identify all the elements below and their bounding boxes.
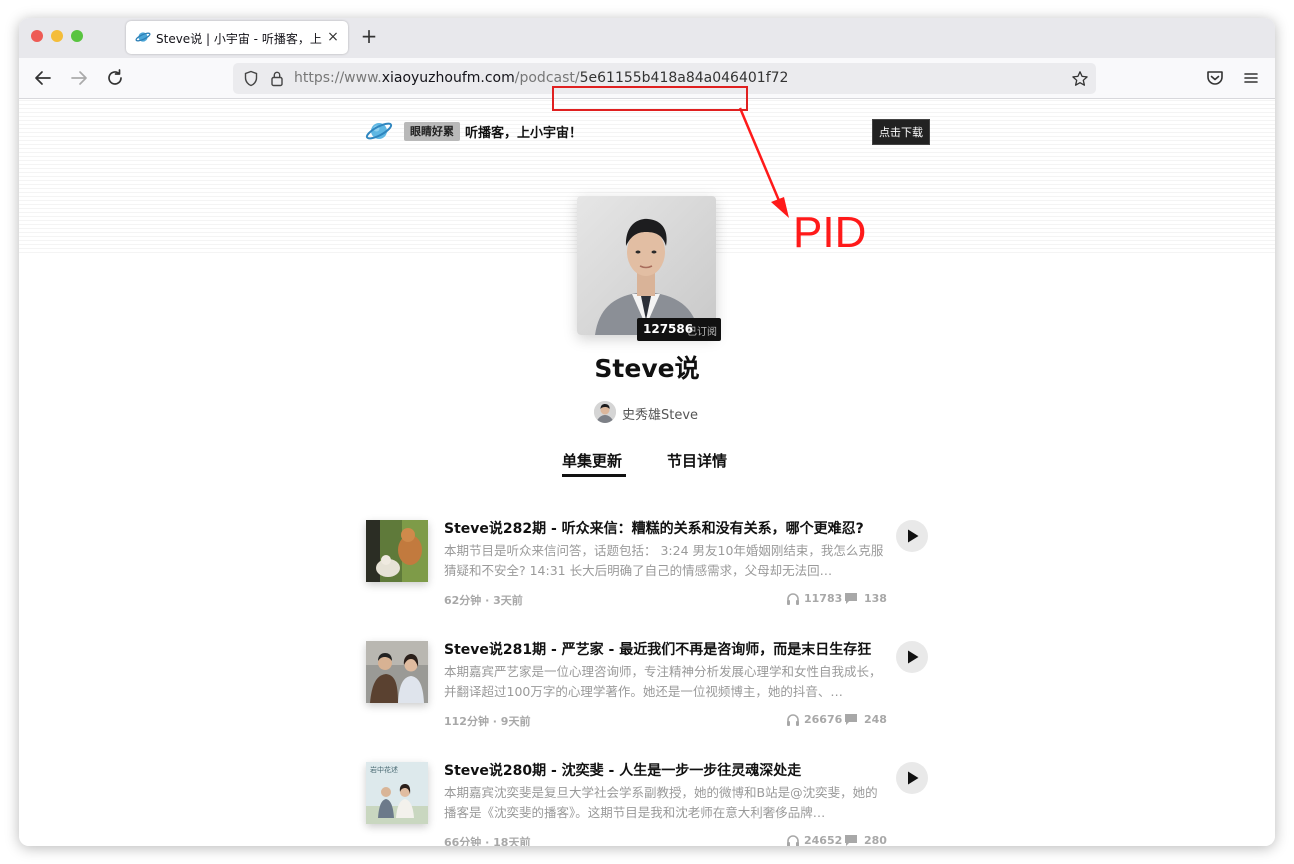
play-icon xyxy=(908,529,919,543)
reload-icon[interactable] xyxy=(103,66,127,90)
episode-description: 本期嘉宾严艺家是一位心理咨询师，专注精神分析发展心理学和女性自我成长，并翻译超过… xyxy=(444,664,882,699)
episode-meta: 66分钟 · 18天前 xyxy=(444,836,531,846)
play-button[interactable] xyxy=(896,520,928,552)
episode-stats: 24652 280 xyxy=(786,833,887,846)
url-path: /podcast/ xyxy=(514,70,580,86)
comment-icon xyxy=(845,835,857,846)
comment-count: 138 xyxy=(864,592,887,605)
zoom-window-button[interactable] xyxy=(71,30,83,42)
episode-title[interactable]: Steve说280期 - 沈奕斐 - 人生是一步一步往灵魂深处走 xyxy=(444,760,894,780)
comment-icon xyxy=(845,714,857,725)
episode-title[interactable]: Steve说281期 - 严艺家 - 最近我们不再是咨询师，而是末日生存狂 xyxy=(444,639,894,659)
url-host: xiaoyuzhoufm.com xyxy=(381,70,515,86)
play-icon xyxy=(908,650,919,664)
play-count: 11783 xyxy=(804,592,843,605)
episode-description: 本期节目是听众来信问答，话题包括： 3:24 男友10年婚姻刚结束，我怎么克服猜… xyxy=(444,543,884,578)
bookmark-star-icon[interactable] xyxy=(1071,70,1089,88)
episode-title[interactable]: Steve说282期 - 听众来信：糟糕的关系和没有关系，哪个更难忍? xyxy=(444,518,894,538)
comment-count: 280 xyxy=(864,834,887,846)
subscriber-badge: 127586 已订阅 xyxy=(637,318,721,341)
play-count: 26676 xyxy=(804,713,843,726)
episode-meta: 112分钟 · 9天前 xyxy=(444,715,531,728)
episode-thumbnail xyxy=(366,641,428,703)
play-icon xyxy=(908,771,919,785)
tab-title: Steve说 | 小宇宙 - 听播客，上小宇宙 xyxy=(156,32,322,46)
podcast-title: Steve说 xyxy=(594,354,700,383)
page-content: 眼睛好累 听播客，上小宇宙！ 点击下载 127586 已订阅 Steve说 史秀… xyxy=(19,100,1275,846)
play-count: 24652 xyxy=(804,834,843,846)
headphones-icon xyxy=(787,835,799,846)
comment-count: 248 xyxy=(864,713,887,726)
play-button[interactable] xyxy=(896,762,928,794)
minimize-window-button[interactable] xyxy=(51,30,63,42)
tab-details[interactable]: 节目详情 xyxy=(667,450,727,471)
episode-item[interactable]: 岩中花述 Steve说280期 - 沈奕斐 - 人生是一步一步往灵魂深处走 本期… xyxy=(366,762,931,846)
thumbnail-caption: 岩中花述 xyxy=(370,765,398,774)
annotation-arrow xyxy=(738,107,789,218)
tab-bar: Steve说 | 小宇宙 - 听播客，上小宇宙 × + xyxy=(19,18,1275,58)
subscriber-label: 已订阅 xyxy=(687,327,717,338)
pid-highlight-box xyxy=(552,86,748,111)
episode-thumbnail xyxy=(366,520,428,582)
url-text[interactable]: https://www.xiaoyuzhoufm.com/podcast/5e6… xyxy=(294,70,788,86)
back-arrow-icon[interactable] xyxy=(31,66,55,90)
comment-icon xyxy=(845,593,857,604)
headphones-icon xyxy=(787,593,799,605)
browser-window: Steve说 | 小宇宙 - 听播客，上小宇宙 × + https://www.… xyxy=(19,18,1275,846)
tab-episodes[interactable]: 单集更新 xyxy=(562,450,622,471)
author-name[interactable]: 史秀雄Steve xyxy=(622,404,698,423)
headphones-icon xyxy=(787,714,799,726)
episode-item[interactable]: Steve说281期 - 严艺家 - 最近我们不再是咨询师，而是末日生存狂 本期… xyxy=(366,641,931,741)
play-button[interactable] xyxy=(896,641,928,673)
episode-description: 本期嘉宾沈奕斐是复旦大学社会学系副教授，她的微博和B站是@沈奕斐，她的播客是《沈… xyxy=(444,785,878,820)
menu-hamburger-icon[interactable] xyxy=(1239,66,1263,90)
new-tab-button[interactable]: + xyxy=(359,26,379,48)
tab-active-indicator xyxy=(562,474,626,477)
url-pid: 5e61155b418a84a046401f72 xyxy=(579,70,789,86)
pocket-icon[interactable] xyxy=(1203,66,1227,90)
pid-annotation-label: PID xyxy=(793,208,867,257)
episode-item[interactable]: Steve说282期 - 听众来信：糟糕的关系和没有关系，哪个更难忍? 本期节目… xyxy=(366,520,931,620)
tab-close-icon[interactable]: × xyxy=(324,28,342,46)
author-avatar[interactable] xyxy=(594,401,616,423)
planet-favicon-icon xyxy=(135,32,151,42)
forward-arrow-icon[interactable] xyxy=(67,66,91,90)
lock-icon[interactable] xyxy=(270,70,284,87)
browser-tab-active[interactable]: Steve说 | 小宇宙 - 听播客，上小宇宙 × xyxy=(126,21,348,54)
url-prefix: https://www. xyxy=(294,70,382,86)
episode-stats: 26676 248 xyxy=(786,712,887,728)
episode-thumbnail: 岩中花述 xyxy=(366,762,428,824)
episode-stats: 11783 138 xyxy=(786,591,887,607)
close-window-button[interactable] xyxy=(31,30,43,42)
shield-icon[interactable] xyxy=(243,70,259,87)
subscriber-count: 127586 xyxy=(643,322,694,336)
episode-meta: 62分钟 · 3天前 xyxy=(444,594,523,607)
